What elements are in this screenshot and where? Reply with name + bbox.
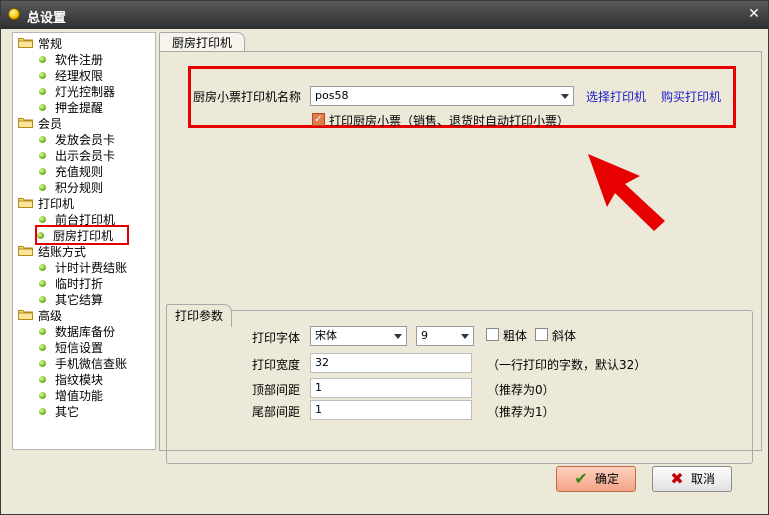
width-input[interactable]: 32: [310, 353, 472, 373]
app-icon: [8, 8, 20, 20]
bullet-icon: [37, 232, 44, 239]
tree-item-label: 计时计费结账: [55, 261, 128, 275]
font-value: 宋体: [315, 329, 337, 342]
tree-item-label: 前台打印机: [55, 213, 116, 227]
printer-name-label: 厨房小票打印机名称: [193, 90, 302, 104]
top-margin-input[interactable]: 1: [310, 378, 472, 398]
italic-label: 斜体: [552, 329, 577, 343]
bullet-icon: [39, 104, 46, 111]
bullet-icon: [39, 360, 46, 367]
folder-icon: [18, 117, 33, 128]
tree-item-label: 经理权限: [55, 69, 104, 83]
bottom-margin-label: 尾部间距: [252, 405, 301, 419]
tree-item-selected[interactable]: 厨房打印机: [35, 225, 129, 245]
top-margin-hint: （推荐为0）: [487, 383, 555, 397]
tree-item-label: 手机微信查账: [55, 357, 128, 371]
settings-panel: 厨房打印机 厨房小票打印机名称 pos58 选择打印机 购买打印机 ✓ 打印厨房…: [159, 32, 762, 464]
bullet-icon: [39, 216, 46, 223]
bullet-icon: [39, 56, 46, 63]
settings-window: 总设置 ✕ 常规软件注册经理权限灯光控制器押金提醒会员发放会员卡出示会员卡充值规…: [0, 0, 769, 515]
chevron-down-icon: [461, 334, 469, 339]
dialog-body: 常规 软件注册 经理权限 灯光控制器 押金提醒 会员 发放会员卡 出示会员卡 充值规则 积分规则打…: [5, 29, 764, 510]
tree-item-label: 积分规则: [55, 181, 104, 195]
font-size-select[interactable]: 9: [416, 326, 474, 346]
tree-item-label: 充值规则: [55, 165, 104, 179]
bullet-icon: [39, 328, 46, 335]
bottom-margin-hint: （推荐为1）: [487, 405, 555, 419]
bottom-margin-input[interactable]: 1: [310, 400, 472, 420]
tab-content: 厨房小票打印机名称 pos58 选择打印机 购买打印机 ✓ 打印厨房小票（销售、…: [159, 51, 762, 464]
font-select[interactable]: 宋体: [310, 326, 407, 346]
bullet-icon: [39, 344, 46, 351]
red-arrow-icon: [588, 154, 665, 231]
folder-icon: [18, 309, 33, 320]
select-printer-link[interactable]: 选择打印机: [586, 88, 646, 105]
bullet-icon: [39, 88, 46, 95]
folder-icon: [18, 245, 33, 256]
tree-item-label: 出示会员卡: [55, 149, 116, 163]
font-label: 打印字体: [252, 331, 301, 345]
tree-item-label: 指纹模块: [55, 373, 104, 387]
tree-item-label: 其它结算: [55, 293, 104, 307]
chevron-down-icon: [394, 334, 402, 339]
font-size-value: 9: [421, 329, 428, 342]
print-params-tab: 打印参数: [166, 304, 233, 327]
bullet-icon: [39, 280, 46, 287]
tree-item-label: 灯光控制器: [55, 85, 116, 99]
bullet-icon: [39, 376, 46, 383]
close-icon: ✖: [670, 469, 684, 488]
tree-item-label: 厨房打印机: [53, 229, 114, 243]
tree-folder-label: 会员: [38, 117, 63, 131]
italic-checkbox[interactable]: [535, 328, 548, 341]
buy-printer-link[interactable]: 购买打印机: [661, 88, 721, 105]
bullet-icon: [39, 392, 46, 399]
bullet-icon: [39, 136, 46, 143]
tree-folder-label: 常规: [38, 37, 63, 51]
chevron-down-icon: [561, 94, 569, 99]
folder-icon: [18, 197, 33, 208]
tab-kitchen-printer[interactable]: 厨房打印机: [159, 32, 246, 53]
close-icon[interactable]: ✕: [746, 6, 762, 22]
cancel-button[interactable]: ✖ 取消: [652, 466, 732, 492]
bullet-icon: [39, 296, 46, 303]
cancel-label: 取消: [691, 472, 716, 486]
tree-folder-label: 结账方式: [38, 245, 87, 259]
tree-folder-label: 打印机: [38, 197, 75, 211]
printer-name-select[interactable]: pos58: [310, 86, 574, 106]
title-bar[interactable]: 总设置 ✕: [1, 1, 768, 29]
bullet-icon: [39, 184, 46, 191]
tree-item-label: 其它: [55, 405, 80, 419]
folder-icon: [18, 37, 33, 48]
ok-label: 确定: [595, 472, 620, 486]
width-hint: （一行打印的字数，默认32）: [487, 358, 647, 372]
bold-label: 粗体: [503, 329, 528, 343]
bullet-icon: [39, 152, 46, 159]
window-title: 总设置: [27, 11, 67, 26]
bold-checkbox[interactable]: [486, 328, 499, 341]
check-icon: ✔: [574, 469, 588, 488]
tree-item-label: 押金提醒: [55, 101, 104, 115]
ok-button[interactable]: ✔ 确定: [556, 466, 636, 492]
bullet-icon: [39, 408, 46, 415]
print-kitchen-ticket-checkbox[interactable]: ✓: [312, 113, 325, 126]
print-kitchen-ticket-label: 打印厨房小票（销售、退货时自动打印小票）: [329, 114, 570, 128]
settings-tree: 常规软件注册经理权限灯光控制器押金提醒会员发放会员卡出示会员卡充值规则积分规则打…: [12, 32, 156, 450]
tree-item-label: 发放会员卡: [55, 133, 116, 147]
tree-item-label: 软件注册: [55, 53, 104, 67]
width-label: 打印宽度: [252, 358, 301, 372]
tree-folder-label: 高级: [38, 309, 63, 323]
tree-item-label: 数据库备份: [55, 325, 116, 339]
tree-item-label: 临时打折: [55, 277, 104, 291]
bullet-icon: [39, 168, 46, 175]
top-margin-label: 顶部间距: [252, 383, 301, 397]
printer-name-value: pos58: [315, 89, 349, 102]
bullet-icon: [39, 72, 46, 79]
bullet-icon: [39, 264, 46, 271]
tree-item-label: 增值功能: [55, 389, 104, 403]
tree-item-label: 短信设置: [55, 341, 104, 355]
